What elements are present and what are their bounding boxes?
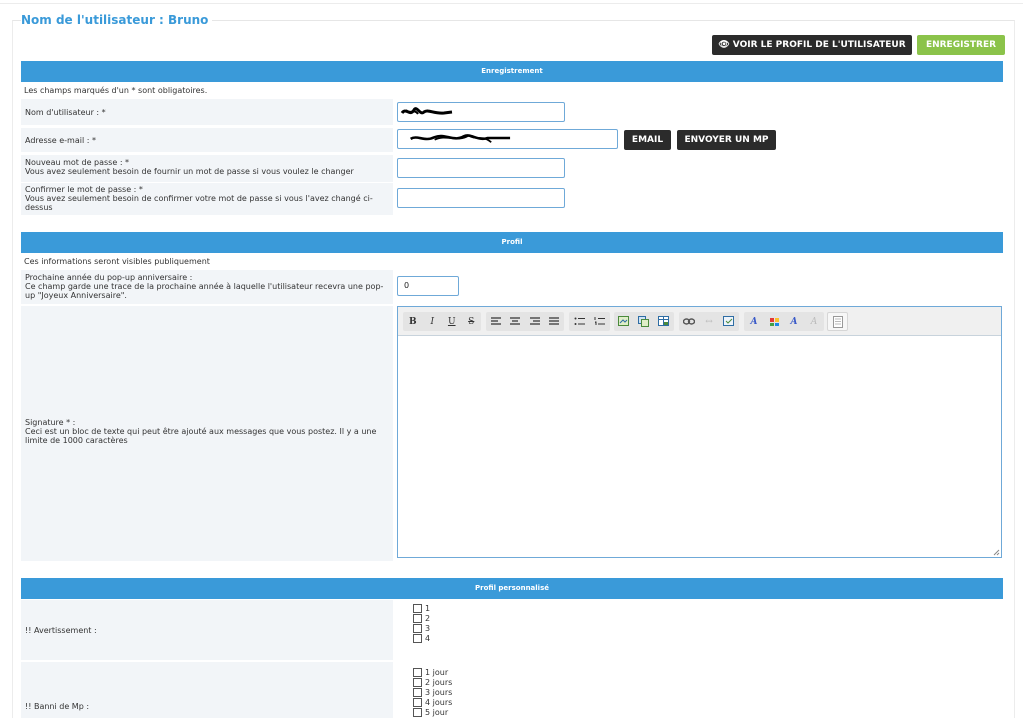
insert-group: [614, 312, 674, 331]
checkbox[interactable]: [413, 677, 422, 687]
bold-icon[interactable]: B: [405, 314, 420, 329]
signature-textarea[interactable]: [398, 336, 1001, 557]
strikethrough-icon[interactable]: S: [464, 314, 479, 329]
remove-format-icon[interactable]: A: [807, 314, 822, 329]
ban-mp-option[interactable]: 4 jours: [413, 697, 452, 707]
section-header-custom-profile: Profil personnalisé: [21, 578, 1003, 599]
resize-handle-icon[interactable]: [993, 549, 1000, 556]
checkbox[interactable]: [413, 613, 422, 623]
birthday-label: Prochaine année du pop-up anniversaire :…: [25, 273, 384, 300]
source-code-icon[interactable]: [830, 314, 845, 329]
save-button[interactable]: ENREGISTRER: [917, 35, 1005, 55]
ban-mp-row: !! Banni de Mp :: [21, 662, 393, 718]
email-label: Adresse e-mail : *: [25, 135, 96, 145]
bullet-list-icon[interactable]: [572, 314, 587, 329]
checkbox[interactable]: [413, 667, 422, 677]
highlight-icon[interactable]: [767, 314, 782, 329]
ban-mp-option[interactable]: 3 jours: [413, 687, 452, 697]
checkbox[interactable]: [413, 623, 422, 633]
insert-table-icon[interactable]: [657, 314, 672, 329]
align-justify-icon[interactable]: [547, 314, 562, 329]
birthday-year-input[interactable]: 0: [397, 276, 459, 296]
confirm-password-input[interactable]: [397, 188, 565, 208]
italic-icon[interactable]: I: [425, 314, 440, 329]
email-input[interactable]: [397, 129, 618, 149]
checkbox[interactable]: [413, 707, 422, 717]
redacted-username: [400, 107, 453, 115]
send-mp-button[interactable]: ENVOYER UN MP: [677, 130, 776, 150]
align-group: [486, 312, 564, 331]
align-left-icon[interactable]: [488, 314, 503, 329]
text-style-group: B I U S: [403, 312, 481, 331]
unlink-icon[interactable]: ↔: [702, 314, 717, 329]
numbered-list-icon[interactable]: [592, 314, 607, 329]
format-group: A A A: [744, 312, 824, 331]
email-button[interactable]: EMAIL: [624, 130, 671, 150]
birthday-row: Prochaine année du pop-up anniversaire :…: [21, 270, 393, 304]
email-row: Adresse e-mail : *: [21, 128, 393, 152]
warning-row: !! Avertissement :: [21, 600, 393, 660]
warning-option[interactable]: 1: [413, 603, 430, 613]
confirm-password-row: Confirmer le mot de passe : * Vous avez …: [21, 183, 393, 215]
top-divider: [0, 3, 1023, 4]
signature-label: Signature * : Ceci est un bloc de texte …: [25, 418, 377, 445]
signature-editor: B I U S ↔ A A A: [397, 306, 1002, 558]
warning-option[interactable]: 3: [413, 623, 430, 633]
required-fields-note: Les champs marqués d'un * sont obligatoi…: [24, 86, 208, 95]
checkbox[interactable]: [413, 687, 422, 697]
ban-mp-option[interactable]: 1 jour: [413, 667, 448, 677]
confirm-password-label: Confirmer le mot de passe : * Vous avez …: [25, 185, 373, 212]
view-profile-button[interactable]: 👁 VOIR LE PROFIL DE L'UTILISATEUR: [712, 35, 912, 55]
warning-label: !! Avertissement :: [25, 625, 97, 635]
view-profile-label: VOIR LE PROFIL DE L'UTILISATEUR: [732, 40, 906, 50]
ban-mp-option[interactable]: 2 jours: [413, 677, 452, 687]
underline-icon[interactable]: U: [444, 314, 459, 329]
public-info-note: Ces informations seront visibles publiqu…: [24, 257, 210, 266]
redacted-email: [409, 134, 511, 143]
insert-image-icon[interactable]: [617, 314, 632, 329]
checkbox[interactable]: [413, 697, 422, 707]
ban-mp-option[interactable]: 5 jour: [413, 707, 448, 717]
new-password-label: Nouveau mot de passe : * Vous avez seule…: [25, 158, 354, 176]
section-header-profile: Profil: [21, 232, 1003, 253]
signature-row: Signature * : Ceci est un bloc de texte …: [21, 306, 393, 561]
username-row: Nom d'utilisateur : *: [21, 99, 393, 125]
warning-option[interactable]: 4: [413, 633, 430, 643]
new-password-input[interactable]: [397, 158, 565, 178]
align-center-icon[interactable]: [508, 314, 523, 329]
list-group: [569, 312, 610, 331]
eye-icon: 👁: [718, 40, 730, 50]
ban-mp-label: !! Banni de Mp :: [25, 702, 90, 711]
align-right-icon[interactable]: [527, 314, 542, 329]
link-group: ↔: [679, 312, 739, 331]
insert-media-icon[interactable]: [637, 314, 652, 329]
font-color-icon[interactable]: A: [747, 314, 762, 329]
font-style-icon[interactable]: A: [787, 314, 802, 329]
checkbox[interactable]: [413, 633, 422, 643]
page-title: Nom de l'utilisateur : Bruno: [21, 13, 213, 27]
insert-quote-icon[interactable]: [722, 314, 737, 329]
username-input[interactable]: [397, 102, 565, 122]
warning-option[interactable]: 2: [413, 613, 430, 623]
checkbox[interactable]: [413, 603, 422, 613]
new-password-row: Nouveau mot de passe : * Vous avez seule…: [21, 155, 393, 182]
source-group: [827, 312, 848, 331]
section-header-registration: Enregistrement: [21, 61, 1003, 82]
editor-toolbar: B I U S ↔ A A A: [398, 307, 1001, 336]
username-label: Nom d'utilisateur : *: [25, 107, 106, 117]
link-icon[interactable]: [682, 314, 697, 329]
